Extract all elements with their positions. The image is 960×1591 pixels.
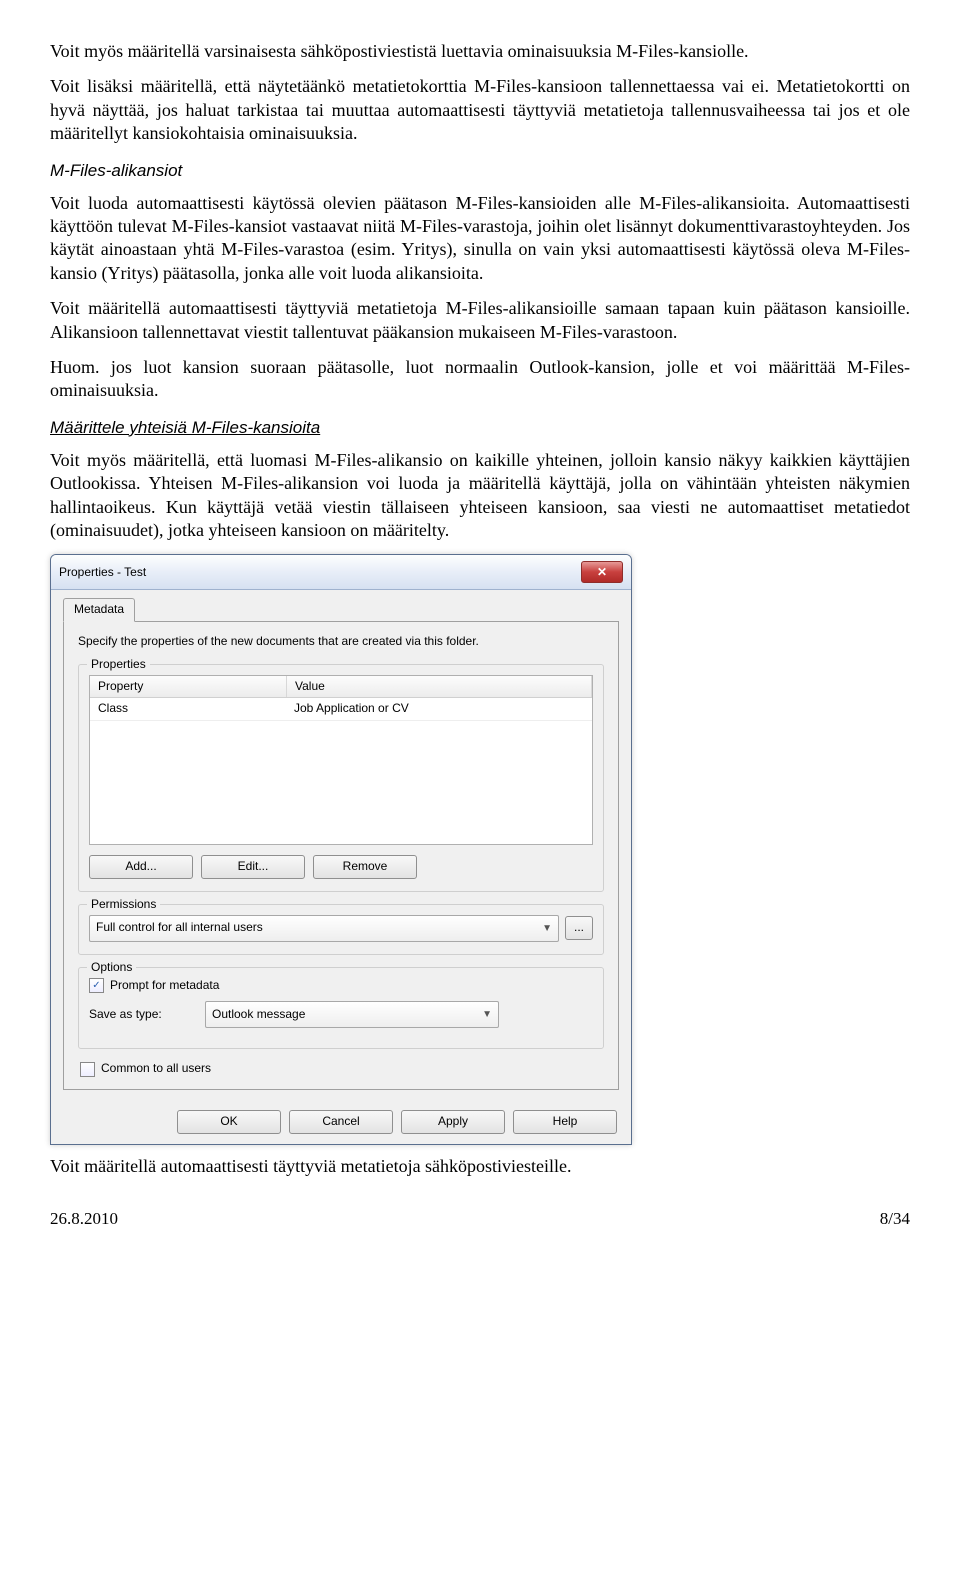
footer-date: 26.8.2010 (50, 1208, 118, 1230)
body-paragraph: Voit luoda automaattisesti käytössä olev… (50, 192, 910, 286)
groupbox-permissions: Permissions Full control for all interna… (78, 904, 604, 955)
column-header-property[interactable]: Property (90, 676, 287, 698)
permissions-more-button[interactable]: ... (565, 916, 593, 940)
chevron-down-icon: ▼ (482, 1008, 492, 1021)
tab-metadata[interactable]: Metadata (63, 598, 135, 622)
chevron-down-icon: ▼ (542, 922, 552, 935)
dialog-title-text: Properties - Test (59, 565, 146, 581)
saveas-select[interactable]: Outlook message ▼ (205, 1001, 499, 1028)
properties-dialog: Properties - Test ✕ Metadata Specify the… (50, 554, 632, 1144)
prompt-checkbox[interactable]: ✓ (89, 978, 104, 993)
properties-table[interactable]: Property Value Class Job Application or … (89, 675, 593, 845)
column-header-value[interactable]: Value (287, 676, 592, 698)
saveas-label: Save as type: (89, 1007, 199, 1023)
dialog-instruction: Specify the properties of the new docume… (78, 634, 604, 650)
common-label: Common to all users (101, 1061, 211, 1077)
body-paragraph: Voit lisäksi määritellä, että näytetäänk… (50, 75, 910, 145)
cancel-button[interactable]: Cancel (289, 1110, 393, 1134)
groupbox-properties: Properties Property Value Class Job Appl… (78, 664, 604, 892)
saveas-value: Outlook message (212, 1007, 305, 1023)
groupbox-options-title: Options (87, 960, 136, 976)
close-button[interactable]: ✕ (581, 561, 623, 583)
groupbox-properties-title: Properties (87, 657, 150, 673)
cell-value: Job Application or CV (286, 698, 592, 720)
ok-button[interactable]: OK (177, 1110, 281, 1134)
section-heading-subfolders: M-Files-alikansiot (50, 160, 910, 182)
body-paragraph: Huom. jos luot kansion suoraan päätasoll… (50, 356, 910, 403)
permissions-value: Full control for all internal users (96, 920, 263, 936)
close-icon: ✕ (597, 565, 607, 581)
section-heading-shared-folders: Määrittele yhteisiä M-Files-kansioita (50, 417, 910, 439)
prompt-label: Prompt for metadata (110, 978, 219, 994)
common-checkbox[interactable] (80, 1062, 95, 1077)
add-button[interactable]: Add... (89, 855, 193, 879)
cell-property: Class (90, 698, 286, 720)
apply-button[interactable]: Apply (401, 1110, 505, 1134)
body-paragraph: Voit määritellä automaattisesti täyttyvi… (50, 297, 910, 344)
remove-button[interactable]: Remove (313, 855, 417, 879)
body-paragraph: Voit määritellä automaattisesti täyttyvi… (50, 1155, 910, 1178)
dialog-titlebar[interactable]: Properties - Test ✕ (51, 555, 631, 590)
groupbox-permissions-title: Permissions (87, 897, 160, 913)
groupbox-options: Options ✓ Prompt for metadata Save as ty… (78, 967, 604, 1050)
footer-page: 8/34 (880, 1208, 910, 1230)
help-button[interactable]: Help (513, 1110, 617, 1134)
permissions-select[interactable]: Full control for all internal users ▼ (89, 915, 559, 942)
edit-button[interactable]: Edit... (201, 855, 305, 879)
body-paragraph: Voit myös määritellä varsinaisesta sähkö… (50, 40, 910, 63)
body-paragraph: Voit myös määritellä, että luomasi M-Fil… (50, 449, 910, 543)
table-row[interactable]: Class Job Application or CV (90, 698, 592, 721)
